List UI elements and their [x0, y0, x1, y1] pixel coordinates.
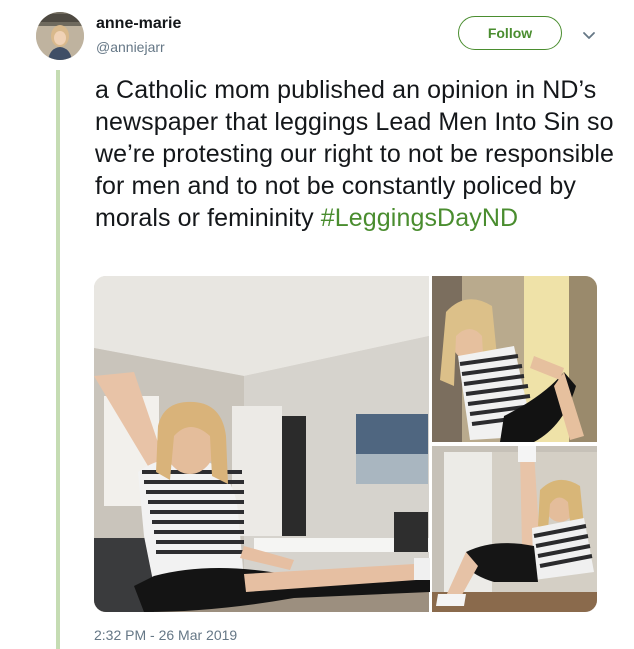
photo-living-room-stretch[interactable]	[94, 276, 430, 612]
user-handle[interactable]: @anniejarr	[96, 39, 165, 55]
display-name[interactable]: anne-marie	[96, 15, 181, 33]
tweet-text: a Catholic mom published an opinion in N…	[95, 74, 620, 234]
thread-line	[56, 70, 60, 649]
avatar-image	[36, 12, 84, 60]
media-grid	[94, 276, 597, 612]
photo-wall-stretch[interactable]	[432, 276, 597, 442]
follow-button[interactable]: Follow	[458, 16, 562, 50]
tweet-timestamp[interactable]: 2:32 PM - 26 Mar 2019	[94, 627, 237, 643]
photo-door-leg-raise[interactable]	[432, 446, 597, 612]
chevron-down-icon[interactable]	[580, 26, 598, 44]
hashtag-link[interactable]: #LeggingsDayND	[321, 204, 518, 232]
user-avatar[interactable]	[36, 12, 84, 60]
